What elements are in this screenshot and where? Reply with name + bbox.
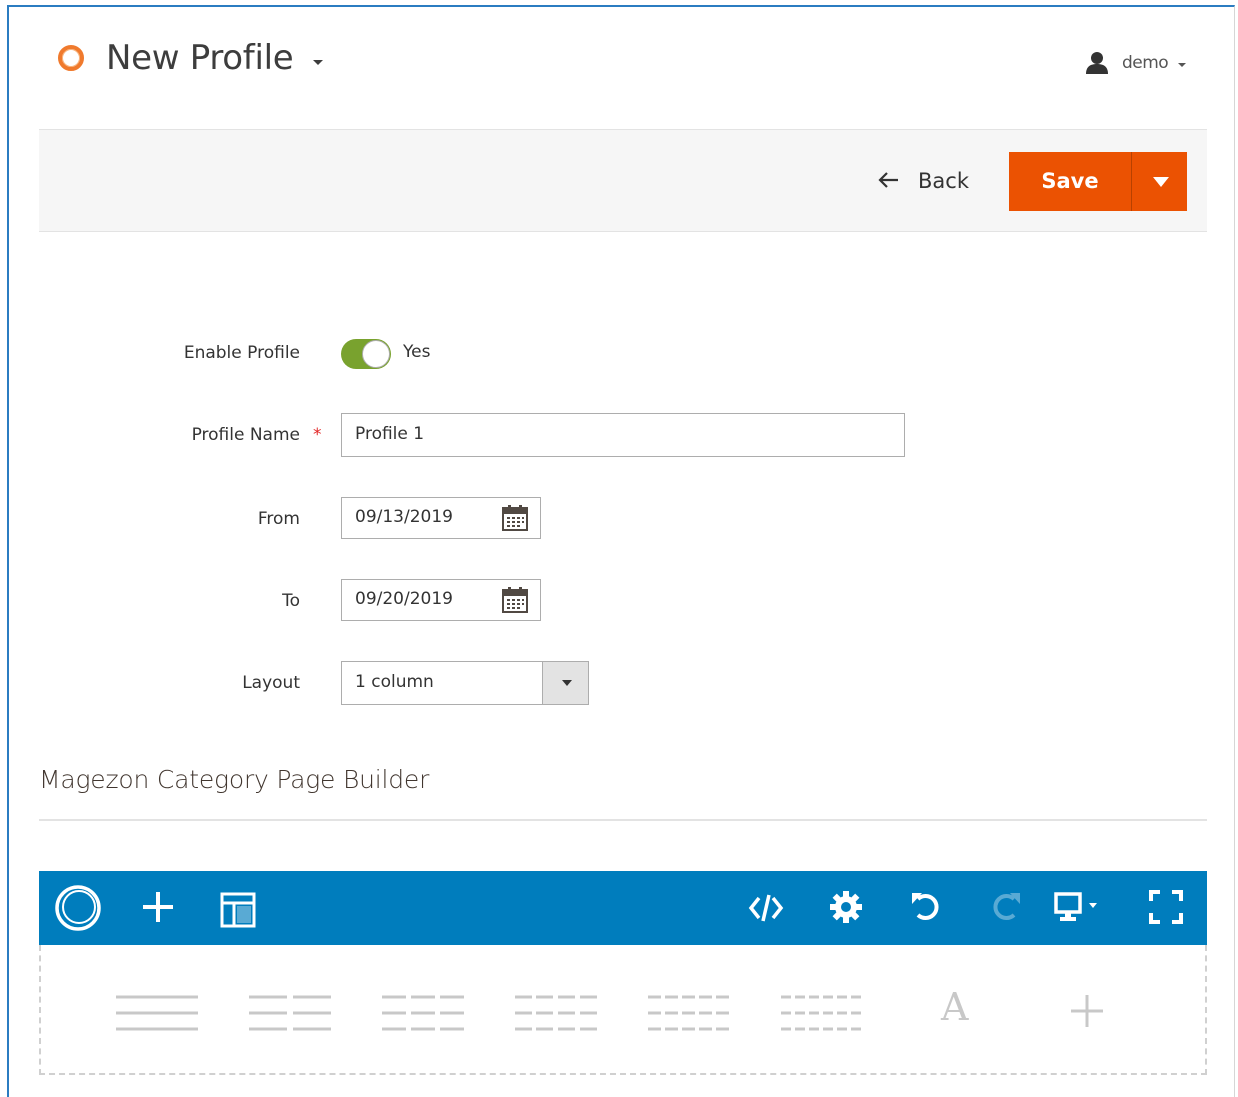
save-button[interactable]: Save	[1009, 152, 1131, 211]
user-icon	[1086, 52, 1108, 74]
device-switcher-button[interactable]	[1049, 871, 1115, 945]
toggle-knob	[362, 340, 390, 368]
select-arrow	[542, 662, 588, 704]
layout-1-column-icon	[116, 995, 198, 1031]
add-element-inline-button[interactable]	[1067, 991, 1107, 1035]
settings-button[interactable]	[819, 871, 873, 945]
chevron-down-icon	[1178, 63, 1186, 67]
from-date-field[interactable]: 09/13/2019	[341, 497, 541, 539]
magezon-logo-button[interactable]	[51, 871, 105, 945]
desktop-device-icon	[1054, 892, 1097, 921]
undo-icon	[912, 893, 939, 920]
magezon-logo-icon	[55, 885, 101, 931]
add-icon	[143, 892, 173, 922]
builder-canvas: A	[39, 945, 1207, 1075]
add-icon	[1071, 995, 1103, 1027]
profile-name-input[interactable]: Profile 1	[341, 413, 905, 457]
layout-4-columns[interactable]	[513, 993, 599, 1033]
section-title: Magezon Category Page Builder	[39, 765, 430, 794]
layout-5-columns[interactable]	[646, 993, 732, 1033]
to-date-label: To	[282, 591, 300, 611]
fullscreen-button[interactable]	[1139, 871, 1193, 945]
code-icon	[748, 894, 784, 922]
layout-1-column[interactable]	[114, 993, 200, 1033]
save-options-toggle[interactable]	[1132, 152, 1187, 211]
to-date-field[interactable]: 09/20/2019	[341, 579, 541, 621]
add-element-button[interactable]	[131, 871, 185, 945]
text-element-button[interactable]: A	[941, 985, 968, 1029]
chevron-down-icon	[562, 680, 572, 686]
settings-icon	[830, 891, 862, 923]
calendar-icon[interactable]	[502, 505, 528, 531]
divider	[39, 819, 1207, 821]
layout-3-columns-icon	[382, 995, 464, 1031]
layout-select[interactable]: 1 column	[341, 661, 589, 705]
code-button[interactable]	[739, 871, 793, 945]
builder-toolbar	[39, 871, 1207, 945]
toggle-value-label: Yes	[403, 342, 431, 362]
back-label: Back	[918, 169, 969, 193]
page-actions-bar: Back Save	[39, 129, 1207, 232]
chevron-down-icon	[1153, 177, 1169, 187]
back-arrow-icon	[878, 172, 898, 188]
fullscreen-icon	[1149, 890, 1183, 924]
save-button-group: Save	[1009, 152, 1187, 211]
to-date-value: 09/20/2019	[355, 589, 453, 609]
templates-icon	[220, 892, 256, 928]
required-indicator: *	[313, 425, 322, 445]
layout-6-columns[interactable]	[779, 993, 865, 1033]
page-header: New Profile demo	[0, 0, 1238, 128]
from-date-label: From	[257, 509, 300, 529]
redo-button[interactable]	[979, 871, 1033, 945]
layout-2-columns-icon	[249, 995, 331, 1031]
enable-profile-toggle[interactable]	[341, 339, 391, 369]
page-title[interactable]: New Profile	[106, 38, 294, 78]
templates-button[interactable]	[211, 871, 265, 945]
enable-profile-label: Enable Profile	[183, 343, 300, 363]
chevron-down-icon[interactable]	[313, 60, 323, 65]
calendar-icon[interactable]	[502, 587, 528, 613]
layout-5-columns-icon	[648, 995, 730, 1031]
undo-button[interactable]	[899, 871, 953, 945]
layout-4-columns-icon	[515, 995, 597, 1031]
from-date-value: 09/13/2019	[355, 507, 453, 527]
layout-6-columns-icon	[781, 995, 863, 1031]
layout-3-columns[interactable]	[380, 993, 466, 1033]
layout-selected-value: 1 column	[355, 672, 434, 692]
layout-2-columns[interactable]	[247, 993, 333, 1033]
profile-name-label: Profile Name	[191, 425, 300, 445]
user-name: demo	[1122, 53, 1169, 73]
redo-icon	[993, 893, 1020, 920]
layout-label: Layout	[242, 673, 300, 693]
logo-icon	[58, 45, 84, 71]
